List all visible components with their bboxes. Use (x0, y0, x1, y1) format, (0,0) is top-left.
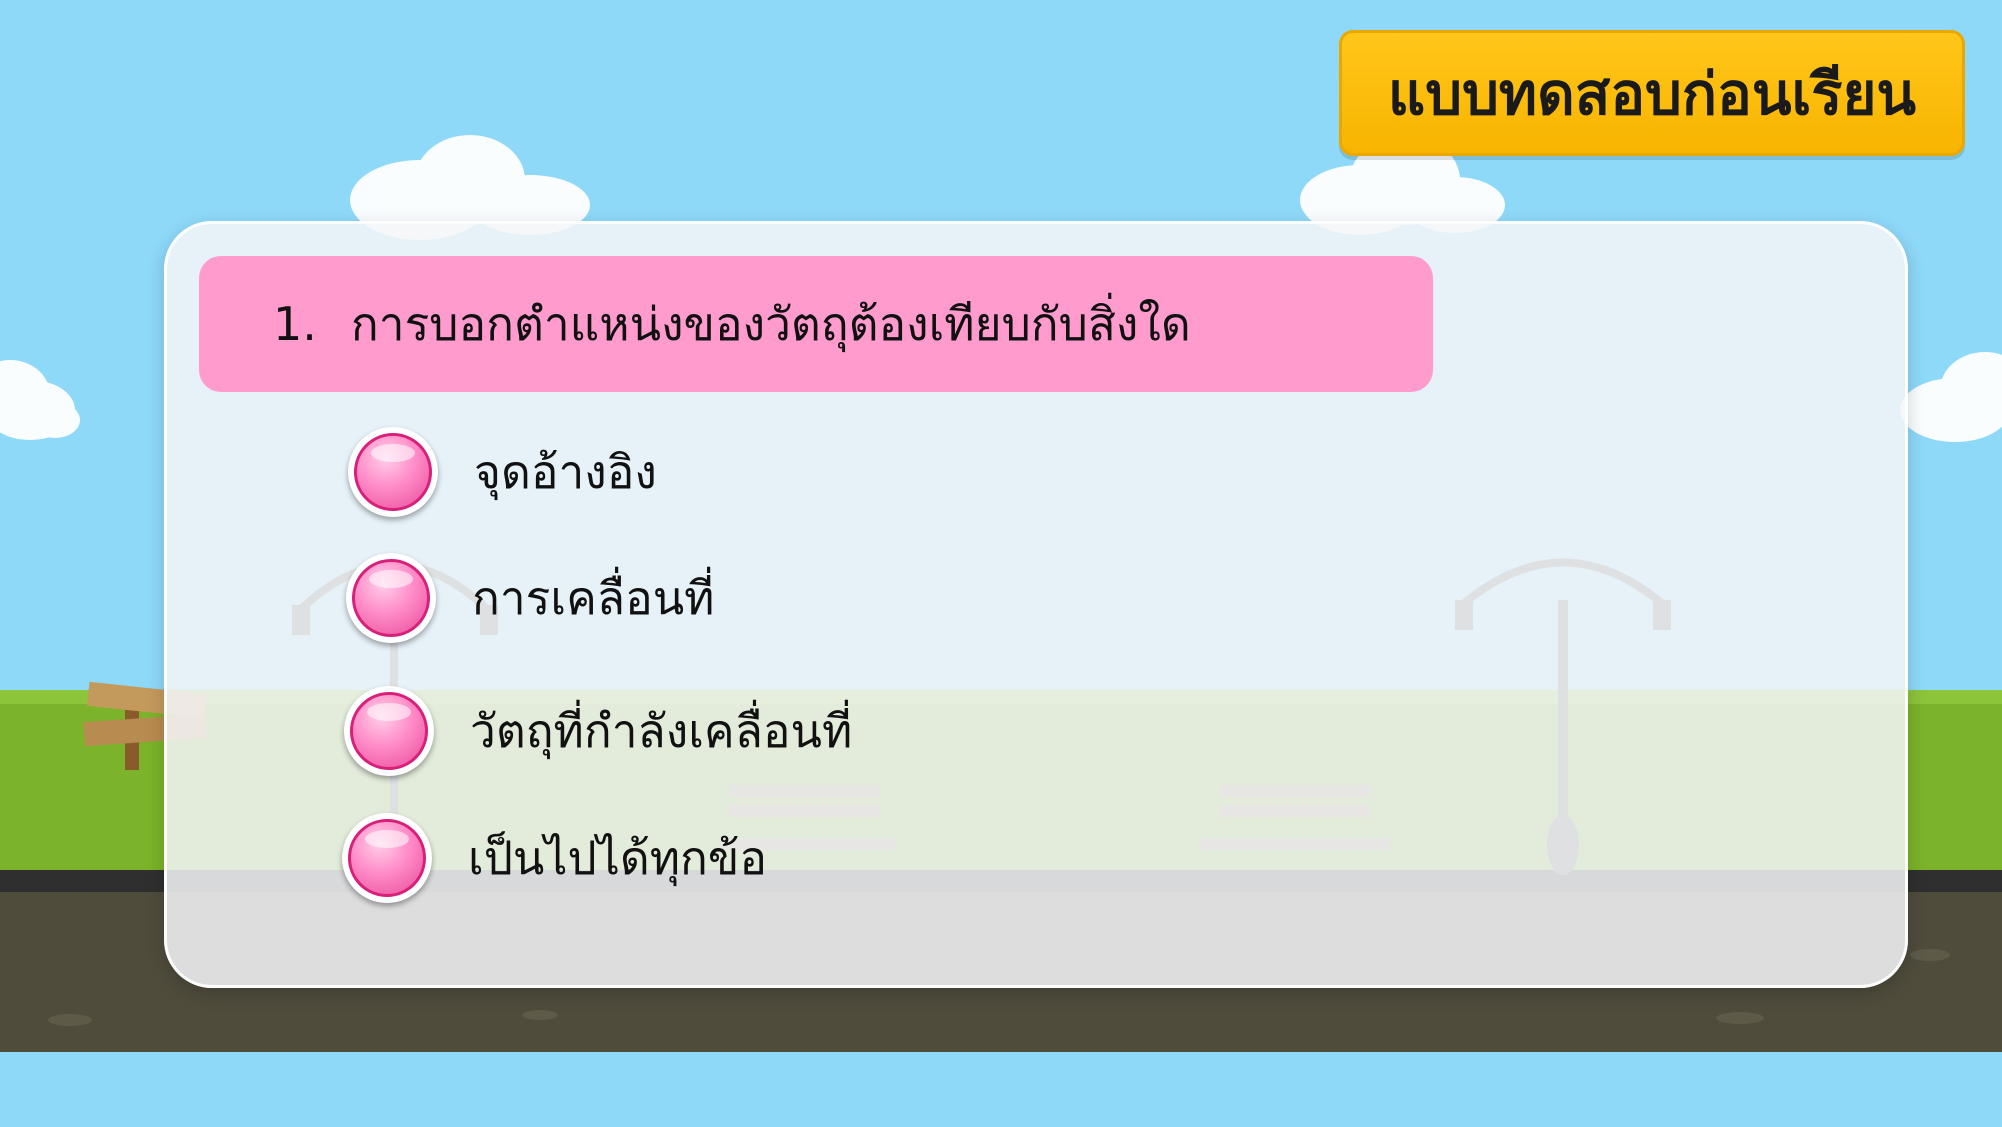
question-bar: 1. การบอกตำแหน่งของวัตถุต้องเทียบกับสิ่ง… (199, 256, 1433, 392)
question-number: 1. (273, 297, 317, 351)
pink-circle-icon (350, 692, 428, 770)
option-2-label[interactable]: การเคลื่อนที่ (472, 562, 714, 635)
pink-circle-icon (354, 433, 432, 511)
option-4-radio-button[interactable] (342, 813, 432, 903)
option-4[interactable]: เป็นไปได้ทุกข้อ (342, 808, 767, 908)
option-3-label[interactable]: วัตถุที่กำลังเคลื่อนที่ (470, 695, 852, 768)
pink-circle-icon (348, 819, 426, 897)
option-2-radio-button[interactable] (346, 553, 436, 643)
pink-circle-icon (352, 559, 430, 637)
option-4-label[interactable]: เป็นไปได้ทุกข้อ (468, 822, 767, 895)
title-badge: แบบทดสอบก่อนเรียน (1339, 30, 1965, 156)
option-3-radio-button[interactable] (344, 686, 434, 776)
option-1-label[interactable]: จุดอ้างอิง (474, 436, 657, 509)
option-1-radio-button[interactable] (348, 427, 438, 517)
quiz-slide: แบบทดสอบก่อนเรียน 1. การบอกตำแหน่งของวัต… (0, 0, 2002, 1127)
question-text: การบอกตำแหน่งของวัตถุต้องเทียบกับสิ่งใด (350, 296, 1191, 351)
option-2[interactable]: การเคลื่อนที่ (346, 548, 714, 648)
option-3[interactable]: วัตถุที่กำลังเคลื่อนที่ (344, 681, 852, 781)
page-title: แบบทดสอบก่อนเรียน (1387, 59, 1917, 128)
option-1[interactable]: จุดอ้างอิง (348, 422, 657, 522)
